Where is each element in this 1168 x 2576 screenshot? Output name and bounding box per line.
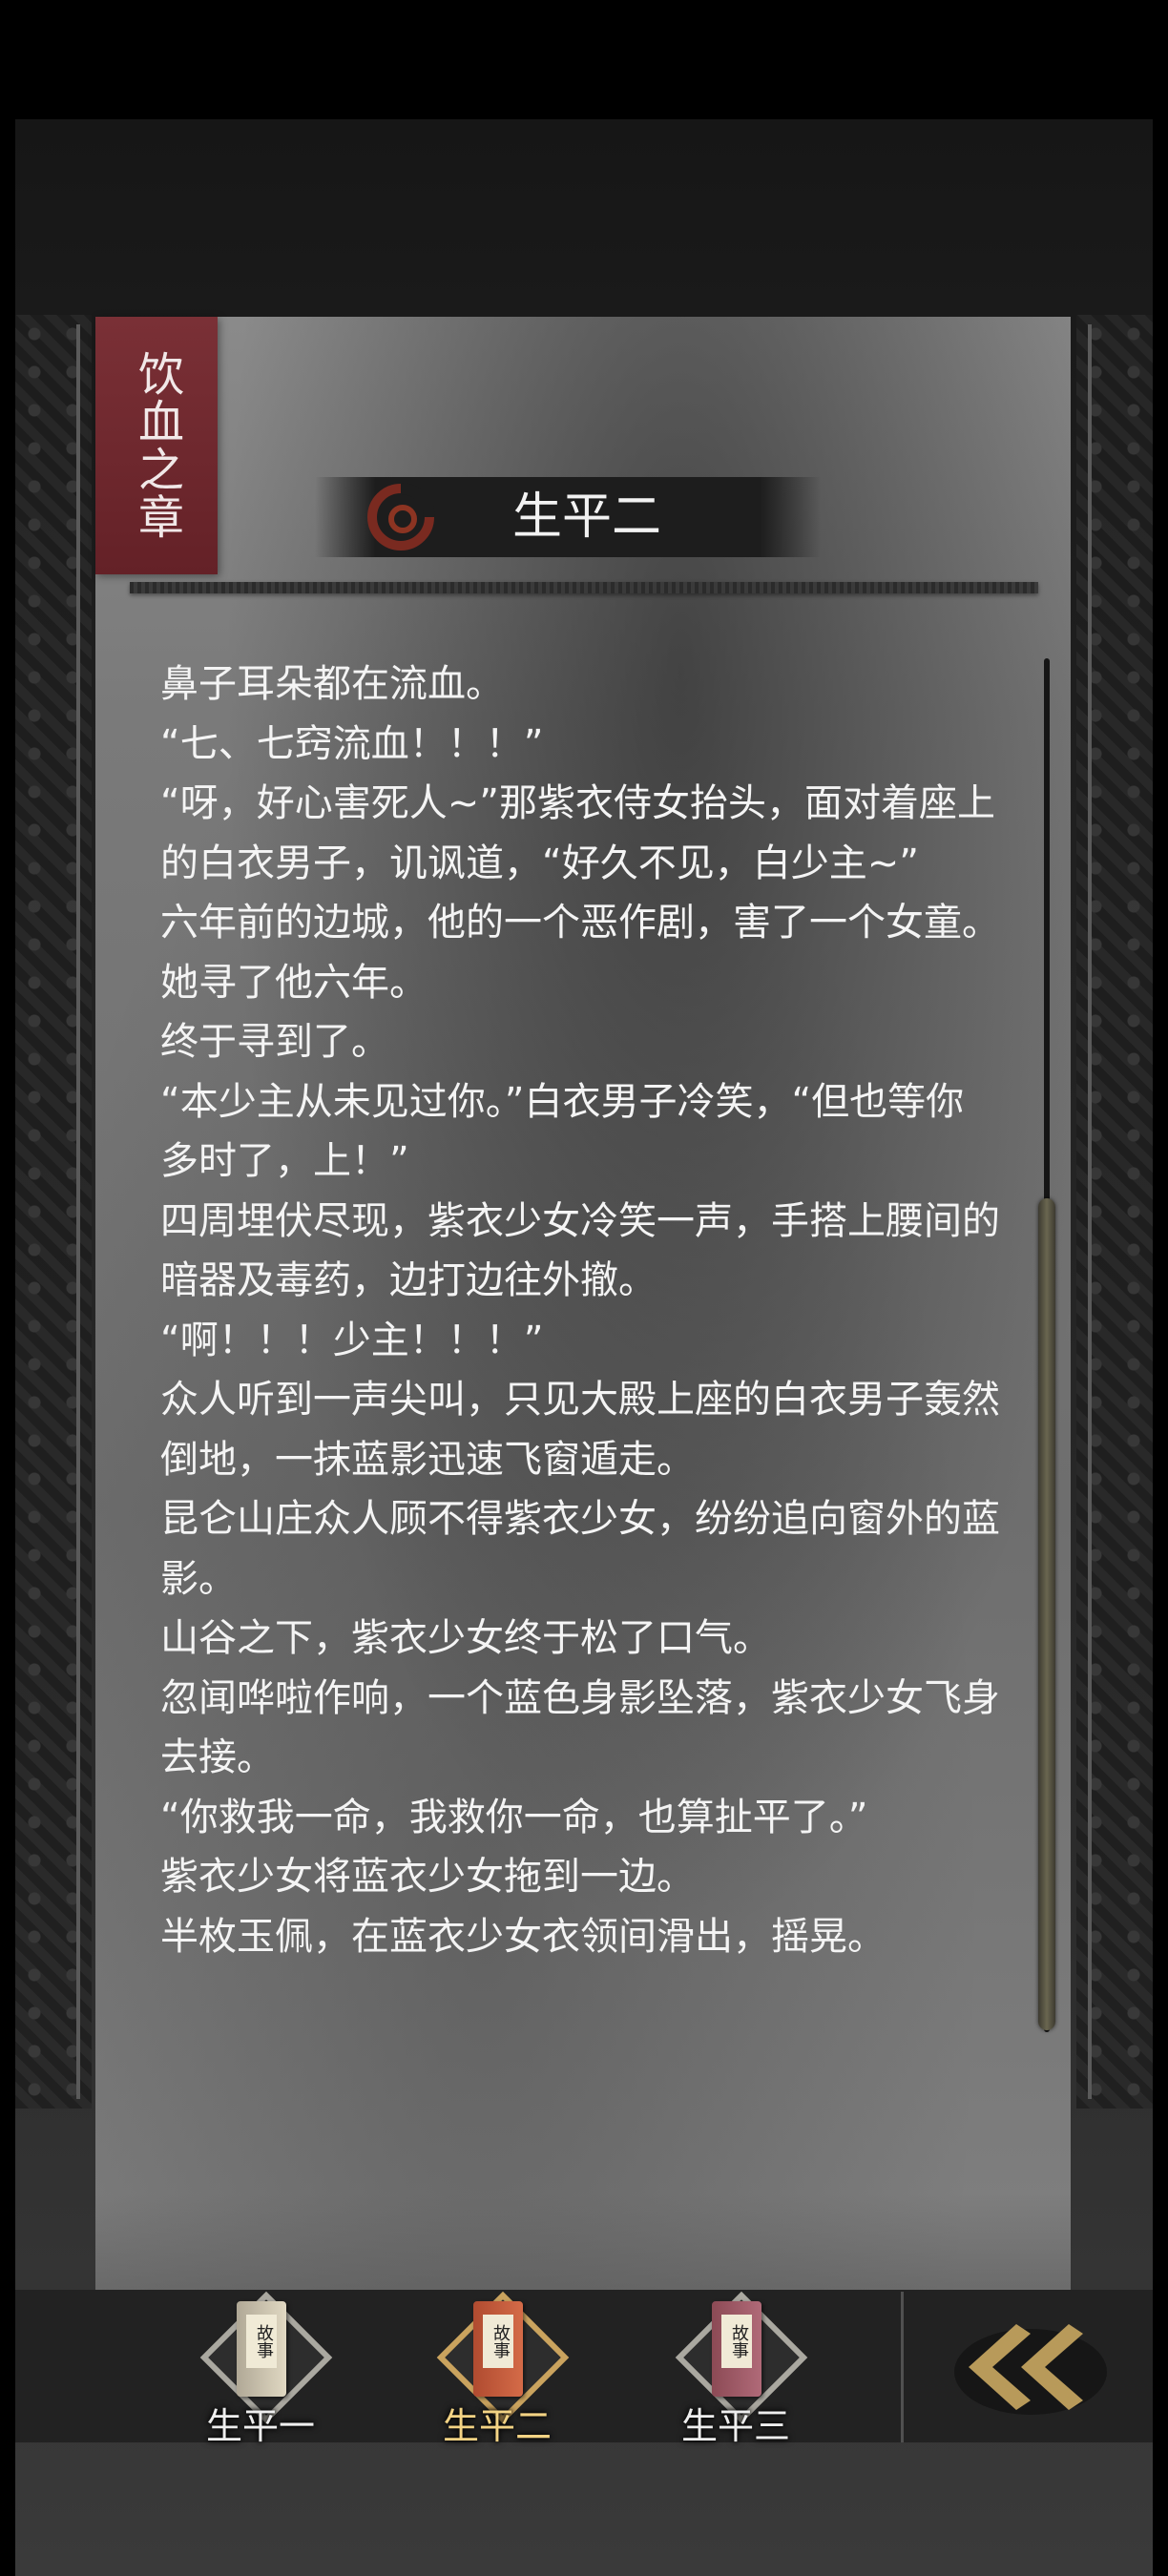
paragraph: 鼻子耳朵都在流血。 <box>160 662 504 706</box>
title-divider <box>130 582 1038 593</box>
title-bar: 生平二 <box>315 477 821 557</box>
double-chevron-left-icon <box>954 2324 1107 2415</box>
nav-item-shengping-1[interactable]: 故事 生平一 <box>179 2291 342 2447</box>
paragraph: 众人听到一声尖叫，只见大殿上座的白衣男子轰然倒地，一抹蓝影迅速飞窗遁走。 <box>160 1378 1000 1482</box>
paragraph: “啊！！！少主！！！” <box>160 1318 544 1362</box>
paragraph: 紫衣少女将蓝衣少女拖到一边。 <box>160 1855 695 1899</box>
book-icon: 故事 <box>712 2301 761 2397</box>
scrollbar-thumb[interactable] <box>1038 1198 1055 2030</box>
paragraph: 六年前的边城，他的一个恶作剧，害了一个女童。 <box>160 901 1000 945</box>
nav-item-label: 生平三 <box>680 2405 790 2447</box>
paragraph: “呀，好心害死人~”那紫衣侍女抬头，面对着座上的白衣男子，讥讽道，“好久不见，白… <box>160 781 995 885</box>
paragraph: 山谷之下，紫衣少女终于松了口气。 <box>160 1616 771 1660</box>
paragraph: 终于寻到了。 <box>160 1020 389 1064</box>
paragraph: “你救我一命，我救你一命，也算扯平了。” <box>160 1795 868 1839</box>
paragraph: 她寻了他六年。 <box>160 960 428 1005</box>
left-border-pattern <box>15 315 92 2109</box>
back-button[interactable] <box>916 2292 1136 2442</box>
book-icon: 故事 <box>237 2301 286 2397</box>
story-text[interactable]: 鼻子耳朵都在流血。 “七、七窍流血！！！” “呀，好心害死人~”那紫衣侍女抬头，… <box>160 654 1000 1966</box>
left-border-line <box>76 324 80 2099</box>
paragraph: 忽闻哗啦作响，一个蓝色身影坠落，紫衣少女飞身去接。 <box>160 1675 1000 1780</box>
chapter-title: 生平二 <box>511 488 661 546</box>
paragraph: 四周埋伏尽现，紫衣少女冷笑一声，手搭上腰间的暗器及毒药，边打边往外撤。 <box>160 1198 1000 1303</box>
right-border-line <box>1088 324 1092 2099</box>
nav-item-shengping-2[interactable]: 故事 生平二 <box>416 2291 578 2447</box>
nav-item-label: 生平一 <box>205 2405 315 2447</box>
top-black-bar <box>0 0 1168 119</box>
book-icon: 故事 <box>473 2301 523 2397</box>
paragraph: 昆仑山庄众人顾不得紫衣少女，纷纷追向窗外的蓝影。 <box>160 1497 1000 1601</box>
nav-divider <box>901 2292 904 2442</box>
nav-item-label: 生平二 <box>442 2405 552 2447</box>
paragraph: 半枚玉佩，在蓝衣少女衣领间滑出，摇晃。 <box>160 1914 886 1959</box>
paragraph: “本少主从未见过你。”白衣男子冷笑，“但也等你多时了，上！” <box>160 1079 965 1184</box>
nav-item-shengping-3[interactable]: 故事 生平三 <box>655 2291 817 2447</box>
chapter-tag: 饮血之章 <box>95 317 218 574</box>
paragraph: “七、七窍流血！！！” <box>160 721 544 766</box>
